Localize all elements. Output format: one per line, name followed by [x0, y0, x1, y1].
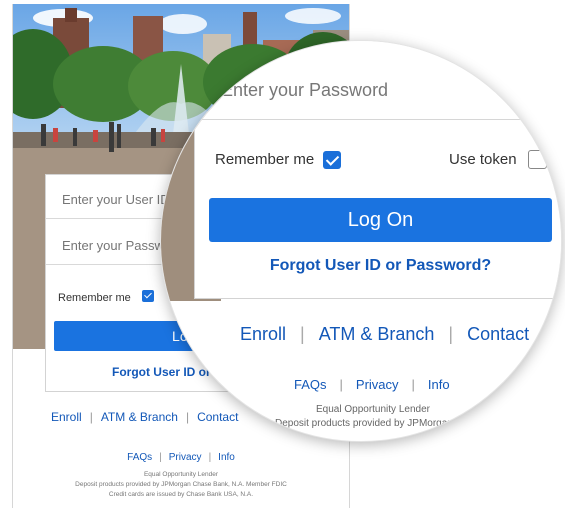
separator: |	[339, 377, 343, 392]
legal-line: Equal Opportunity Lender	[143, 471, 219, 478]
legal-text: Equal Opportunity Lender Deposit product…	[13, 470, 349, 500]
password-input-zoom[interactable]: Enter your Password	[195, 60, 561, 120]
info-link[interactable]: Info	[218, 452, 235, 463]
remember-me-checkbox-zoom[interactable]	[323, 151, 341, 169]
separator: |	[448, 324, 454, 344]
separator: |	[411, 377, 415, 392]
secondary-links-zoom: FAQs | Privacy | Info	[294, 377, 450, 392]
footer-links: Enroll | ATM & Branch | Contact	[51, 410, 238, 424]
enroll-link[interactable]: Enroll	[240, 324, 286, 344]
faqs-link[interactable]: FAQs	[294, 377, 327, 392]
log-on-button-zoom[interactable]: Log On	[209, 198, 552, 242]
legal-line: Deposit products provided by JPMorgan Ch…	[75, 481, 287, 488]
legal-line: Credit cards are issued by Chase Bank US…	[108, 491, 254, 498]
remember-me-label: Remember me	[58, 292, 131, 304]
contact-link[interactable]: Contact	[197, 410, 238, 424]
separator: |	[185, 410, 190, 424]
contact-link[interactable]: Contact	[467, 324, 529, 344]
secondary-links: FAQs | Privacy | Info	[13, 452, 349, 463]
legal-line-zoom: Equal Opportunity Lender	[316, 404, 430, 415]
privacy-link[interactable]: Privacy	[169, 452, 202, 463]
use-token-label: Use token	[449, 151, 517, 168]
separator: |	[208, 452, 212, 463]
legal-line-zoom: Deposit products provided by JPMorgan Ch…	[275, 418, 561, 429]
privacy-link[interactable]: Privacy	[356, 377, 399, 392]
remember-me-checkbox[interactable]	[142, 290, 154, 302]
info-link[interactable]: Info	[428, 377, 450, 392]
separator: |	[89, 410, 93, 424]
remember-me-label: Remember me	[215, 151, 315, 168]
atm-branch-link[interactable]: ATM & Branch	[101, 410, 178, 424]
use-token-checkbox[interactable]	[528, 150, 547, 169]
separator: |	[300, 324, 305, 344]
magnifier-zoom: Enter your Password Remember me Use toke…	[160, 40, 562, 442]
forgot-credentials-link-zoom[interactable]: Forgot User ID or Password?	[209, 257, 552, 275]
atm-branch-link[interactable]: ATM & Branch	[319, 324, 435, 344]
login-card-zoom: Enter your Password Remember me Use toke…	[194, 41, 561, 299]
faqs-link[interactable]: FAQs	[127, 452, 152, 463]
enroll-link[interactable]: Enroll	[51, 410, 82, 424]
footer-links-zoom: Enroll | ATM & Branch | Contact	[240, 324, 529, 345]
separator: |	[159, 452, 162, 463]
